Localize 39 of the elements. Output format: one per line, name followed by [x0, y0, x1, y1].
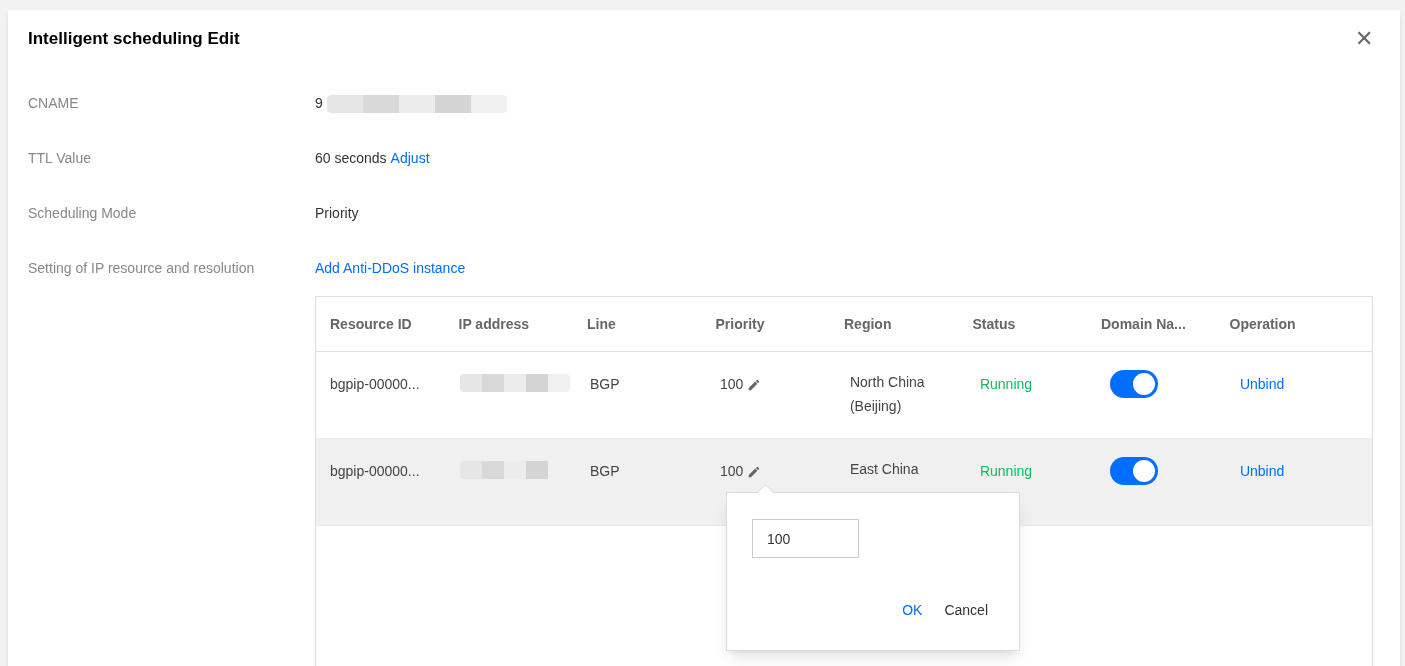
edit-icon[interactable]: [747, 377, 762, 392]
field-label: Setting of IP resource and resolution: [28, 259, 256, 278]
link[interactable]: Add Anti-DDoS instance: [315, 258, 466, 279]
table-cell-text: BGP: [589, 462, 621, 481]
status-text: Running: [979, 462, 1034, 481]
column-header: Operation: [1229, 314, 1297, 334]
unbind-link[interactable]: Unbind: [1239, 374, 1359, 395]
column-header: Resource ID: [330, 314, 413, 334]
dialog-title: Intelligent scheduling Edit: [28, 28, 240, 51]
field-value: 60 seconds: [315, 149, 387, 168]
toggle-switch[interactable]: [1109, 457, 1158, 485]
edit-icon[interactable]: [747, 464, 762, 479]
field-value: 9: [315, 94, 323, 113]
table-cell-text: North China: [849, 373, 926, 392]
column-header: IP address: [458, 314, 531, 334]
table-cell-text: BGP: [589, 375, 621, 394]
column-header: Line: [587, 314, 617, 334]
column-header: Status: [972, 314, 1017, 334]
cancel-button[interactable]: Cancel: [944, 600, 988, 621]
unbind-link[interactable]: Unbind: [1239, 461, 1359, 482]
table-cell-text: 100: [719, 462, 744, 481]
close-button[interactable]: ✕: [1355, 28, 1373, 50]
field-label: Scheduling Mode: [28, 204, 138, 223]
column-header: Domain Na...: [1101, 314, 1187, 334]
column-header: Region: [844, 314, 893, 334]
table-cell-text: bgpip-00000...: [330, 375, 421, 394]
ok-button[interactable]: OK: [902, 600, 923, 621]
priority-input[interactable]: 100: [752, 519, 859, 558]
field-label: TTL Value: [28, 149, 93, 168]
table-cell-text: bgpip-00000...: [330, 462, 421, 481]
column-header: Priority: [715, 314, 766, 334]
status-text: Running: [979, 375, 1034, 394]
table-cell-text: (Beijing): [849, 397, 903, 416]
link[interactable]: Adjust: [390, 148, 430, 169]
field-value: Priority: [315, 204, 359, 223]
field-label: CNAME: [28, 94, 80, 113]
table-cell-text: East China: [849, 460, 920, 479]
table-cell-text: 100: [719, 375, 744, 394]
toggle-switch[interactable]: [1109, 370, 1158, 398]
